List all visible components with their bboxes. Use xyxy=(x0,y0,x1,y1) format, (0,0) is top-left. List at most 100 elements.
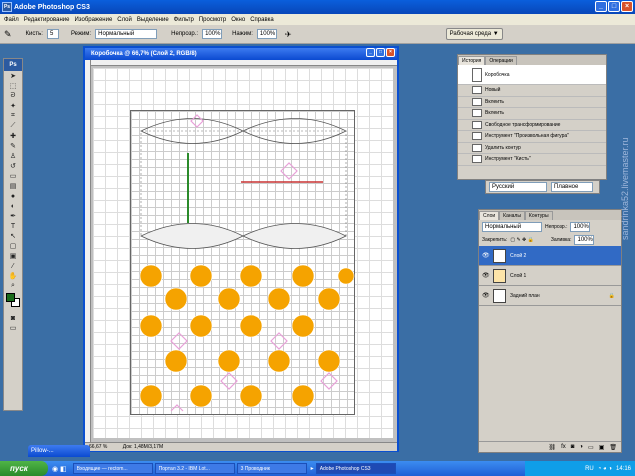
menu-view[interactable]: Просмотр xyxy=(199,17,226,23)
brush-tool-icon[interactable]: ✎ xyxy=(4,29,12,40)
brush-size-picker[interactable]: 5 xyxy=(46,29,59,39)
visibility-eye-icon[interactable]: 👁 xyxy=(482,272,490,279)
blend-mode-select[interactable]: Нормальный xyxy=(482,222,542,232)
menu-image[interactable]: Изображение xyxy=(74,17,112,23)
task-inbox[interactable]: Входящие — rectom... xyxy=(72,463,153,474)
magic-wand-tool-icon[interactable]: ✦ xyxy=(4,101,22,111)
history-item-label: Вклеить xyxy=(485,110,504,117)
task-portal[interactable]: Портал 3.2 - IBM Lot... xyxy=(154,463,235,474)
doc-close-button[interactable]: × xyxy=(386,48,395,57)
tray-icons[interactable]: ◔ ◕ ◑ xyxy=(598,466,612,472)
quicklaunch-icons[interactable]: ◉ ◧ xyxy=(52,465,67,473)
layer-thumbnail xyxy=(493,268,506,283)
canvas-area[interactable] xyxy=(85,60,397,445)
history-item[interactable]: Вклеить xyxy=(458,97,606,108)
menu-window[interactable]: Окно xyxy=(231,17,245,23)
task-photoshop[interactable]: Adobe Photoshop CS3 xyxy=(315,463,396,474)
history-snapshot[interactable]: Коробочка xyxy=(458,65,606,85)
pen-tool-icon[interactable]: ✒ xyxy=(4,211,22,221)
maximize-button[interactable]: □ xyxy=(608,1,620,12)
language-indicator[interactable]: RU xyxy=(585,466,594,472)
trash-icon[interactable]: 🗑 xyxy=(609,444,617,451)
airbrush-icon[interactable]: ✈ xyxy=(285,30,292,39)
quick-mask-icon[interactable]: ◙ xyxy=(4,313,22,323)
zoom-tool-icon[interactable]: ⌕ xyxy=(4,281,22,291)
menu-layer[interactable]: Слой xyxy=(117,17,132,23)
slice-tool-icon[interactable]: ⟋ xyxy=(4,121,22,131)
layer-row[interactable]: 👁 Слой 2 xyxy=(479,246,621,266)
history-brush-icon[interactable]: ↺ xyxy=(4,161,22,171)
flow-field[interactable]: 100% xyxy=(256,29,277,39)
document-status-bar: 66,67 % Док: 1,48М/3,17М xyxy=(85,442,397,451)
tab-history[interactable]: История xyxy=(458,56,486,65)
fill-field[interactable]: 100% xyxy=(574,235,595,245)
zoom-level[interactable]: 66,67 % xyxy=(89,444,107,450)
document-size: Док: 1,48М/3,17М xyxy=(122,444,164,450)
layer-mask-icon[interactable]: ◙ xyxy=(571,444,575,450)
clone-stamp-icon[interactable]: ♙ xyxy=(4,151,22,161)
visibility-eye-icon[interactable]: 👁 xyxy=(482,292,490,299)
minimized-document[interactable]: Pillow-... xyxy=(28,445,90,457)
foreground-color-swatch[interactable] xyxy=(6,293,15,302)
brush-tool-icon[interactable]: ✎ xyxy=(4,141,22,151)
document-title-bar: Коробочка @ 66,7% (Слой 2, RGB/8) _ □ × xyxy=(85,48,397,60)
start-button[interactable]: пуск xyxy=(0,461,48,476)
menu-select[interactable]: Выделение xyxy=(137,17,169,23)
shape-tool-icon[interactable]: ▢ xyxy=(4,241,22,251)
history-item[interactable]: Свободное трансформирование xyxy=(458,120,606,131)
crop-tool-icon[interactable]: ⌗ xyxy=(4,111,22,121)
menu-filter[interactable]: Фильтр xyxy=(174,17,194,23)
move-tool-icon[interactable]: ➤ xyxy=(4,71,22,81)
layer-style-icon[interactable]: fx xyxy=(561,444,566,450)
doc-minimize-button[interactable]: _ xyxy=(366,48,375,57)
workspace-button[interactable]: Рабочая среда ▼ xyxy=(445,28,503,40)
minimize-button[interactable]: _ xyxy=(595,1,607,12)
marquee-tool-icon[interactable]: ⬚ xyxy=(4,81,22,91)
tab-actions[interactable]: Операции xyxy=(485,56,517,65)
hand-tool-icon[interactable]: ✋ xyxy=(4,271,22,281)
visibility-eye-icon[interactable]: 👁 xyxy=(482,252,490,259)
eyedropper-tool-icon[interactable]: ⁄ xyxy=(4,261,22,271)
history-item[interactable]: Инструмент "Кисть" xyxy=(458,154,606,166)
history-item-label: Удалить контур xyxy=(485,144,521,151)
menu-file[interactable]: Файл xyxy=(4,17,19,23)
layer-row[interactable]: 👁 Слой 1 xyxy=(479,266,621,286)
history-item[interactable]: Инструмент "Произвольная фигура" xyxy=(458,131,606,143)
mode-select[interactable]: Нормальный xyxy=(95,29,158,39)
history-item[interactable]: Новый xyxy=(458,85,606,97)
antialias-select[interactable]: Плавное xyxy=(551,182,593,192)
ruler-top xyxy=(85,60,397,66)
eraser-tool-icon[interactable]: ▭ xyxy=(4,171,22,181)
healing-brush-icon[interactable]: ✚ xyxy=(4,131,22,141)
menu-help[interactable]: Справка xyxy=(250,17,274,23)
task-explorer[interactable]: 3 Проводник xyxy=(236,463,307,474)
tab-channels[interactable]: Каналы xyxy=(499,211,525,220)
lasso-tool-icon[interactable]: ᘐ xyxy=(4,91,22,101)
screen-mode-icon[interactable]: ▭ xyxy=(4,323,22,333)
layer-row[interactable]: 👁 Задний план 🔒 xyxy=(479,286,621,306)
gradient-tool-icon[interactable]: ▤ xyxy=(4,181,22,191)
doc-maximize-button[interactable]: □ xyxy=(376,48,385,57)
history-item[interactable]: Удалить контур xyxy=(458,143,606,154)
lock-icons[interactable]: ▢ ✎ ✥ 🔒 xyxy=(510,237,534,243)
tab-layers[interactable]: Слои xyxy=(479,211,500,220)
blur-tool-icon[interactable]: ● xyxy=(4,191,22,201)
path-selection-icon[interactable]: ↖ xyxy=(4,231,22,241)
layer-opacity-field[interactable]: 100% xyxy=(570,222,591,232)
close-button[interactable]: × xyxy=(621,1,633,12)
opacity-field[interactable]: 100% xyxy=(202,29,223,39)
font-select[interactable]: Русский xyxy=(489,182,547,192)
notes-tool-icon[interactable]: ▣ xyxy=(4,251,22,261)
menu-edit[interactable]: Редактирование xyxy=(24,17,70,23)
link-layers-icon[interactable]: ⛓ xyxy=(548,444,556,451)
tab-paths[interactable]: Контуры xyxy=(524,211,553,220)
new-layer-icon[interactable]: ▣ xyxy=(599,444,605,451)
history-panel: История Операции Коробочка Новый Вклеить… xyxy=(457,54,607,180)
document-canvas[interactable] xyxy=(130,110,355,415)
start-label: пуск xyxy=(10,464,28,473)
group-icon[interactable]: ▭ xyxy=(588,444,594,451)
type-tool-icon[interactable]: T xyxy=(4,221,22,231)
adjustment-layer-icon[interactable]: ◑ xyxy=(579,444,583,450)
history-item[interactable]: Вклеить xyxy=(458,108,606,120)
dodge-tool-icon[interactable]: ◐ xyxy=(4,201,22,211)
